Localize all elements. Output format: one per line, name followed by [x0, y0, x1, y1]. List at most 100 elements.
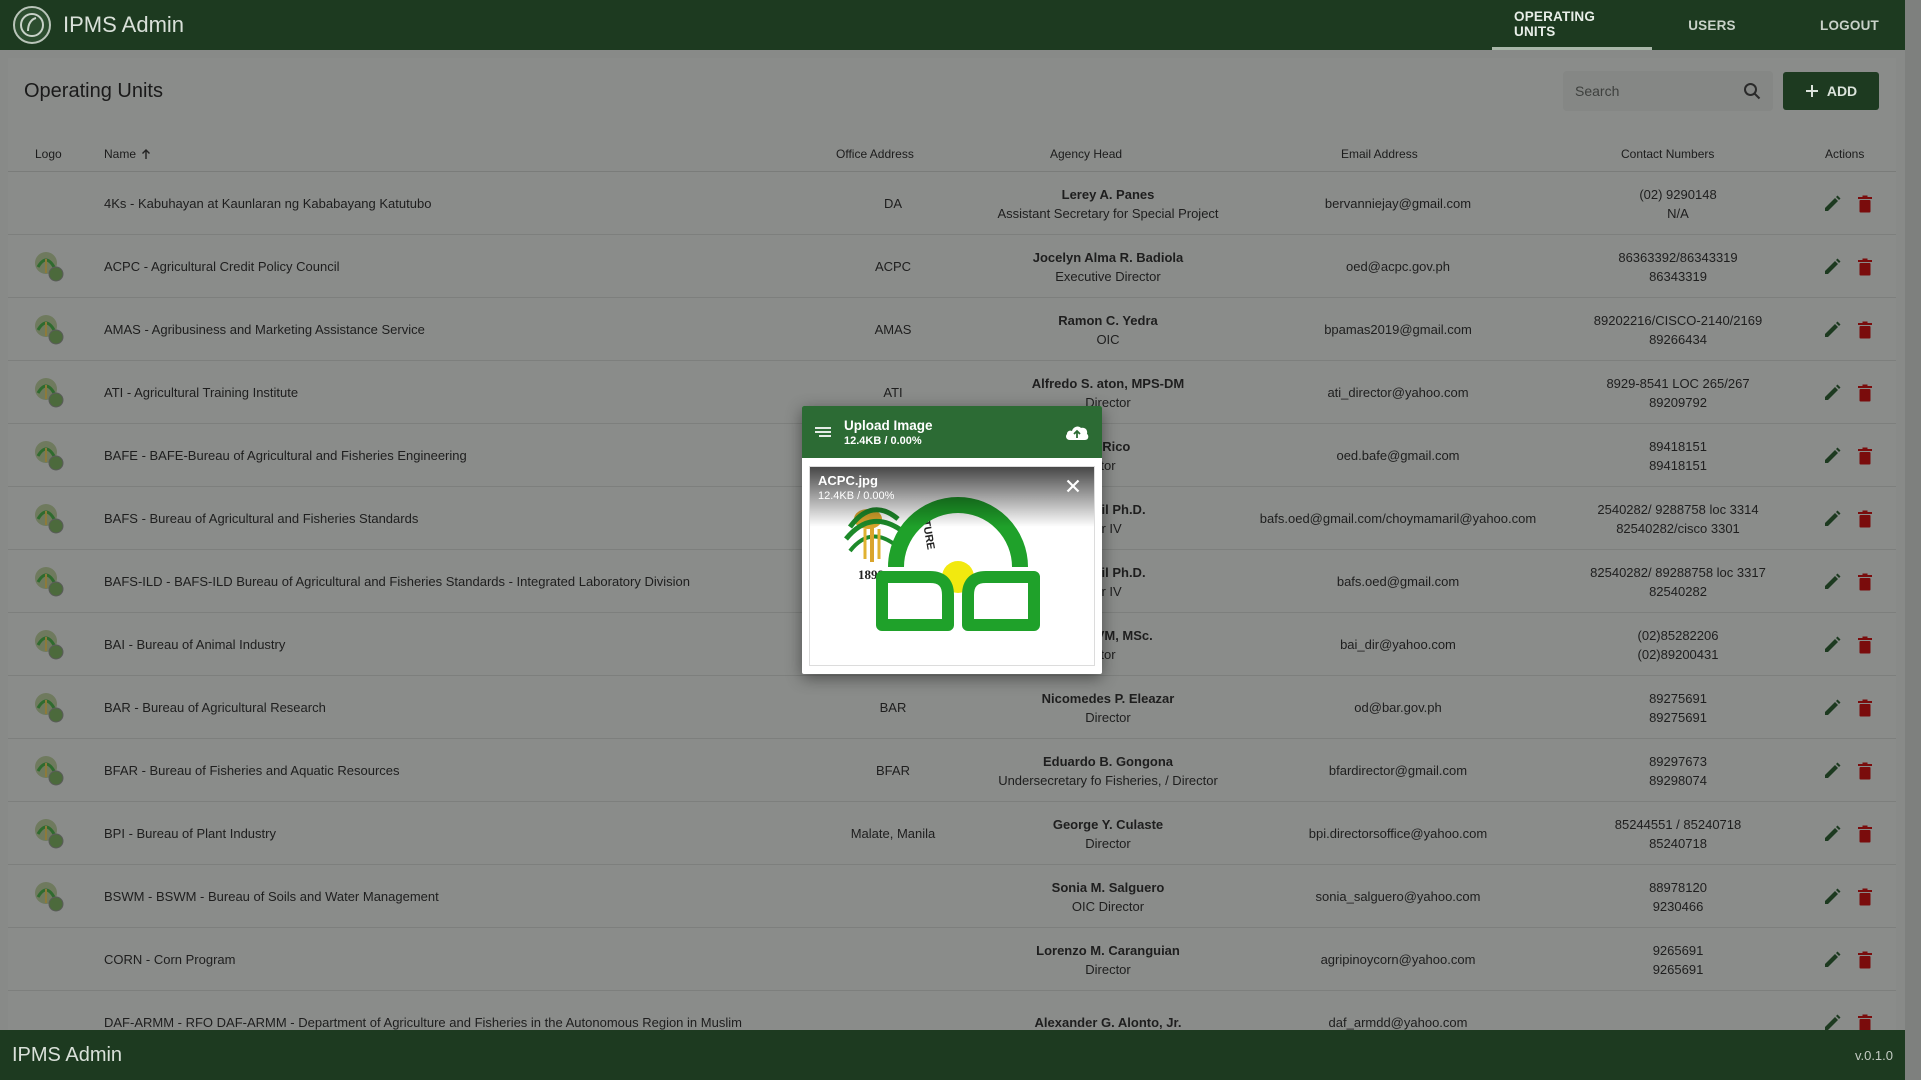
cell-name: ATI - Agricultural Training Institute [104, 361, 804, 424]
cell-agency-head: Ramon C. Yedra OIC [983, 298, 1233, 361]
cell-office-address-text: Malate, Manila [850, 826, 936, 841]
contact-number: 88978120 [1649, 879, 1707, 895]
table-row[interactable]: BSWM - BSWM - Bureau of Soils and Water … [8, 865, 1896, 928]
cell-email: bafs.oed@gmail.com [1238, 550, 1558, 613]
contact-number: 89275691 [1649, 690, 1707, 706]
edit-icon[interactable] [1823, 825, 1841, 843]
edit-icon[interactable] [1823, 1014, 1841, 1031]
table-row[interactable]: BFAR - Bureau of Fisheries and Aquatic R… [8, 739, 1896, 802]
delete-icon[interactable] [1857, 195, 1873, 213]
contact-number: 2540282/ 9288758 loc 3314 [1597, 501, 1759, 517]
cell-contact-numbers: 88978120 9230466 [1568, 865, 1788, 928]
cell-name-text: BPI - Bureau of Plant Industry [104, 826, 276, 841]
cell-name-text: CORN - Corn Program [104, 952, 236, 967]
cell-actions [1808, 424, 1888, 487]
cell-office-address: DA [808, 172, 978, 235]
cell-contact-numbers: 89202216/CISCO-2140/2169 89266434 [1568, 298, 1788, 361]
plus-icon [1805, 85, 1818, 97]
edit-icon[interactable] [1823, 258, 1841, 276]
cell-agency-head: Lorenzo M. Caranguian Director [983, 928, 1233, 991]
search-input[interactable]: Search [1563, 71, 1773, 111]
delete-icon[interactable] [1857, 573, 1873, 591]
cell-agency-head: Eduardo B. Gongona Undersecretary fo Fish… [983, 739, 1233, 802]
upload-header: Upload Image 12.4KB / 0.00% [802, 406, 1102, 458]
cell-office-address: BFAR [808, 739, 978, 802]
edit-icon[interactable] [1823, 195, 1841, 213]
col-name[interactable]: Name [104, 136, 152, 172]
delete-icon[interactable] [1857, 699, 1873, 717]
search-icon[interactable] [1743, 82, 1761, 100]
cell-logo [24, 676, 74, 739]
add-button-label: ADD [1826, 83, 1858, 99]
edit-icon[interactable] [1823, 447, 1841, 465]
page-scrollbar[interactable] [1905, 0, 1921, 1080]
preview-overlay: ACPC.jpg 12.4KB / 0.00% [810, 467, 1094, 527]
delete-icon[interactable] [1857, 321, 1873, 339]
cell-name-text: BAR - Bureau of Agricultural Research [104, 700, 326, 715]
agency-head-title: Assistant Secretary for Special Project [997, 205, 1219, 221]
footer-brand: IPMS Admin [12, 1043, 123, 1066]
delete-icon[interactable] [1857, 447, 1873, 465]
table-row[interactable]: BAR - Bureau of Agricultural Research BAR… [8, 676, 1896, 739]
delete-icon[interactable] [1857, 258, 1873, 276]
delete-icon[interactable] [1857, 888, 1873, 906]
cell-name: BFAR - Bureau of Fisheries and Aquatic R… [104, 739, 804, 802]
unit-logo [29, 562, 69, 602]
agency-head-name: Sonia M. Salguero [1051, 879, 1165, 895]
cell-office-address [808, 991, 978, 1030]
delete-icon[interactable] [1857, 636, 1873, 654]
unit-logo-icon [35, 314, 64, 344]
edit-icon[interactable] [1823, 636, 1841, 654]
edit-icon[interactable] [1823, 573, 1841, 591]
edit-icon[interactable] [1823, 510, 1841, 528]
contact-number: 85244551 / 85240718 [1614, 816, 1742, 832]
col-contact-numbers: Contact Numbers [1621, 147, 1715, 161]
edit-icon[interactable] [1823, 321, 1841, 339]
delete-icon[interactable] [1857, 825, 1873, 843]
cell-office-address-text: AMAS [874, 322, 912, 337]
table-row[interactable]: AMAS - Agribusiness and Marketing Assist… [8, 298, 1896, 361]
upload-title: Upload Image [844, 417, 933, 433]
edit-icon[interactable] [1823, 699, 1841, 717]
agency-head-name: Alexander G. Alonto, Jr. [1034, 1015, 1182, 1030]
nav-logout[interactable]: LOGOUT [1802, 0, 1897, 50]
table-row[interactable]: CORN - Corn Program Lorenzo M. Caranguian… [8, 928, 1896, 991]
sort-arrow-up-icon[interactable] [140, 148, 152, 160]
cell-office-address: ACPC [808, 235, 978, 298]
unit-logo [29, 814, 69, 854]
unit-logo [29, 436, 69, 476]
edit-icon[interactable] [1823, 762, 1841, 780]
cell-agency-head: George Y. Culaste Director [983, 802, 1233, 865]
cell-logo [24, 802, 74, 865]
nav-users[interactable]: USERS [1662, 0, 1762, 50]
delete-icon[interactable] [1857, 384, 1873, 402]
table-row[interactable]: ACPC - Agricultural Credit Policy Counci… [8, 235, 1896, 298]
add-button[interactable]: ADD [1783, 72, 1879, 110]
agency-head-title: Undersecretary fo Fisheries, / Director [998, 772, 1218, 788]
edit-icon[interactable] [1823, 951, 1841, 969]
edit-icon[interactable] [1823, 888, 1841, 906]
delete-icon[interactable] [1857, 951, 1873, 969]
contact-number: 89266434 [1649, 331, 1707, 347]
agency-head-title: tor [1100, 457, 1116, 473]
cell-logo [24, 235, 74, 298]
cell-email-text: daf_armdd@yahoo.com [1328, 1015, 1468, 1030]
cell-name-text: BAFE - BAFE-Bureau of Agricultural and F… [104, 448, 467, 463]
delete-icon[interactable] [1857, 510, 1873, 528]
table-row[interactable]: 4Ks - Kabuhayan at Kaunlaran ng Kababaya… [8, 172, 1896, 235]
cell-agency-head: Sonia M. Salguero OIC Director [983, 865, 1233, 928]
delete-icon[interactable] [1857, 762, 1873, 780]
edit-icon[interactable] [1823, 384, 1841, 402]
cell-logo [24, 613, 74, 676]
cell-contact-numbers: 89275691 89275691 [1568, 676, 1788, 739]
unit-logo-icon [35, 251, 64, 281]
nav-operating-units[interactable]: OPERATING UNITS [1492, 0, 1652, 50]
table-row[interactable]: BPI - Bureau of Plant Industry Malate, Ma… [8, 802, 1896, 865]
table-row[interactable]: DAF-ARMM - RFO DAF-ARMM - Department of … [8, 991, 1896, 1030]
delete-icon[interactable] [1857, 1014, 1873, 1031]
contact-number: 89275691 [1649, 709, 1707, 725]
remove-file-button[interactable] [1062, 475, 1084, 497]
list-icon[interactable] [814, 425, 832, 439]
cell-logo [24, 739, 74, 802]
cloud-upload-icon[interactable] [1064, 422, 1090, 442]
